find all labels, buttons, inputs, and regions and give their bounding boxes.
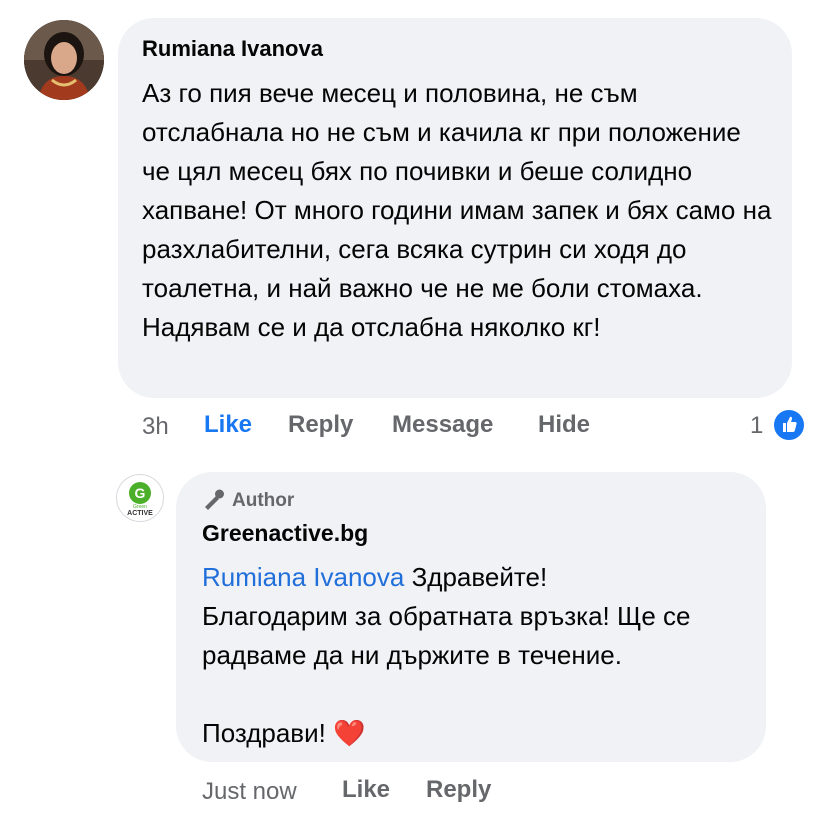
- comment-author-name[interactable]: Rumiana Ivanova: [142, 36, 323, 62]
- reply-greeting: Здравейте!: [411, 562, 548, 592]
- comment-like-button[interactable]: Like: [204, 411, 252, 439]
- thumbs-up-icon[interactable]: [772, 408, 806, 442]
- reply-time[interactable]: Just now: [202, 778, 297, 806]
- comment-hide-button[interactable]: Hide: [538, 411, 590, 439]
- comment-reply-button[interactable]: Reply: [288, 411, 353, 439]
- heart-icon: ❤️: [333, 718, 366, 748]
- reply-text: Rumiana Ivanova Здравейте! Благодарим за…: [202, 558, 747, 753]
- svg-text:G: G: [135, 485, 146, 501]
- reply-body: Благодарим за обратната връзка! Ще се ра…: [202, 601, 691, 670]
- page-avatar[interactable]: G Green ACTIVE: [116, 474, 164, 522]
- comment-time[interactable]: 3h: [142, 413, 169, 441]
- reaction-count[interactable]: 1: [750, 412, 763, 440]
- mention-link[interactable]: Rumiana Ivanova: [202, 562, 404, 592]
- author-badge: Author: [202, 488, 294, 512]
- comment-text: Аз го пия вече месец и половина, не съм …: [142, 78, 772, 342]
- commenter-avatar[interactable]: [24, 20, 104, 100]
- author-badge-label: Author: [232, 490, 295, 511]
- reply-author-name[interactable]: Greenactive.bg: [202, 520, 368, 547]
- reply-like-button[interactable]: Like: [342, 776, 390, 804]
- reply-closing: Поздрави!: [202, 718, 326, 748]
- comment-message-button[interactable]: Message: [392, 411, 493, 439]
- svg-text:ACTIVE: ACTIVE: [127, 510, 153, 517]
- reply-reply-button[interactable]: Reply: [426, 776, 491, 804]
- microphone-icon: [205, 489, 224, 510]
